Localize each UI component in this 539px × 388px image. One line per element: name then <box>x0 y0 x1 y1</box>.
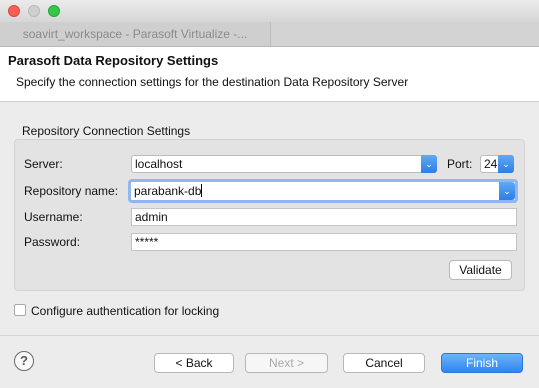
text-caret <box>201 184 203 197</box>
zoom-window-button[interactable] <box>48 5 60 17</box>
help-icon[interactable]: ? <box>14 351 34 371</box>
port-value: 24 <box>484 157 498 171</box>
finish-button[interactable]: Finish <box>441 353 523 373</box>
repository-dropdown-icon[interactable]: ⌄ <box>499 182 515 200</box>
password-label: Password: <box>24 235 81 249</box>
window-titlebar <box>0 0 539 22</box>
cancel-button[interactable]: Cancel <box>343 353 425 373</box>
tab-workspace[interactable]: soavirt_workspace - Parasoft Virtualize … <box>0 22 271 46</box>
tab-bar: soavirt_workspace - Parasoft Virtualize … <box>0 22 539 47</box>
next-button[interactable]: Next > <box>245 353 328 373</box>
server-value: localhost <box>135 157 183 171</box>
port-dropdown-icon[interactable]: ⌄ <box>498 155 514 173</box>
repository-name-value: parabank-db <box>134 184 202 198</box>
locking-auth-label: Configure authentication for locking <box>31 304 220 318</box>
minimize-window-button[interactable] <box>28 5 40 17</box>
port-combo[interactable]: 24 ⌄ <box>480 155 514 173</box>
page-title: Parasoft Data Repository Settings <box>8 53 219 68</box>
locking-auth-checkbox[interactable] <box>14 304 26 316</box>
server-dropdown-icon[interactable]: ⌄ <box>421 155 437 173</box>
validate-button[interactable]: Validate <box>449 260 512 280</box>
username-label: Username: <box>24 210 83 224</box>
back-button[interactable]: < Back <box>154 353 234 373</box>
footer-divider <box>0 335 539 336</box>
port-label: Port: <box>447 157 473 171</box>
repository-name-combo[interactable]: parabank-db ⌄ <box>128 179 518 203</box>
group-title: Repository Connection Settings <box>22 124 191 138</box>
close-window-button[interactable] <box>8 5 20 17</box>
repository-name-label: Repository name: <box>24 184 119 198</box>
wizard-header: Parasoft Data Repository Settings Specif… <box>0 47 539 102</box>
server-label: Server: <box>24 157 63 171</box>
server-combo[interactable]: localhost ⌄ <box>131 155 437 173</box>
page-description: Specify the connection settings for the … <box>16 75 409 89</box>
password-field[interactable]: ***** <box>131 233 517 251</box>
username-field[interactable]: admin <box>131 208 517 226</box>
